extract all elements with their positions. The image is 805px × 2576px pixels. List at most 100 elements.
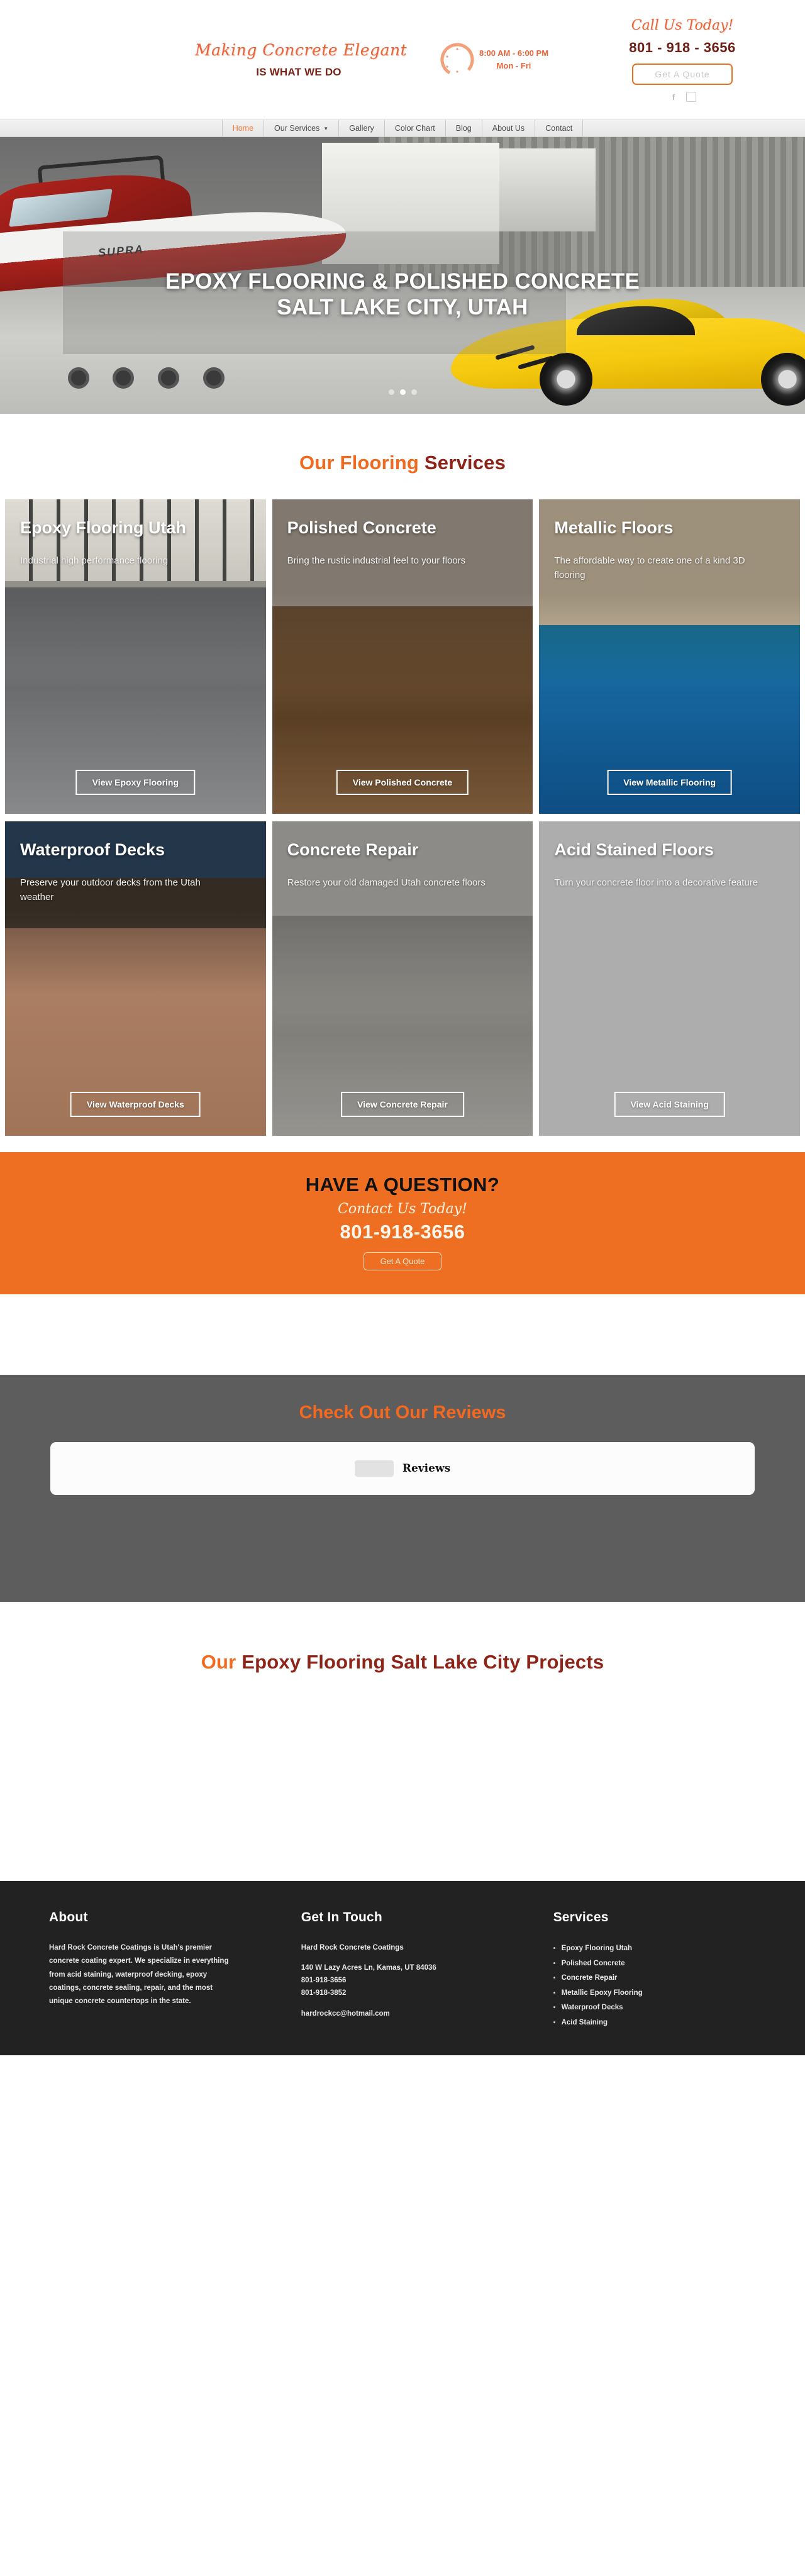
service-card-button[interactable]: View Epoxy Flooring — [75, 770, 196, 795]
projects-title-orange: Our — [201, 1651, 236, 1673]
service-card[interactable]: Polished Concrete Bring the rustic indust… — [272, 499, 533, 814]
service-card-button[interactable]: View Waterproof Decks — [70, 1092, 201, 1117]
call-block: Call Us Today! 801 - 918 - 3656 Get A Qu… — [604, 18, 761, 102]
nav-item-label: About Us — [492, 124, 525, 133]
footer-company-name: Hard Rock Concrete Coatings — [301, 1944, 404, 1951]
hero-slider: SUPRA EPOXY FLOORING & POLISHED CONCRETE… — [0, 137, 805, 414]
facebook-icon[interactable]: f — [669, 92, 679, 102]
footer-contact-column: Get In Touch Hard Rock Concrete Coatings… — [301, 1910, 535, 2030]
footer-about-column: About Hard Rock Concrete Coatings is Uta… — [49, 1910, 282, 2030]
instagram-icon[interactable] — [686, 92, 696, 102]
reviews-logo-placeholder-icon — [354, 1460, 394, 1477]
hero-slider-dots — [0, 389, 805, 395]
services-section: Our Flooring Services Epoxy Flooring Uta… — [0, 414, 805, 1136]
nav-item-about-us[interactable]: About Us — [482, 119, 536, 137]
service-card-button[interactable]: View Acid Staining — [614, 1092, 725, 1117]
footer-phone-1[interactable]: 801-918-3656 — [301, 1974, 535, 1987]
service-card-row-1: Epoxy Flooring Utah Industrial high perfo… — [5, 499, 801, 814]
service-card-description: Bring the rustic industrial feel to your… — [287, 555, 466, 567]
service-card-row-2: Waterproof Decks Preserve your outdoor de… — [5, 821, 801, 1136]
service-card[interactable]: Concrete Repair Restore your old damaged … — [272, 821, 533, 1136]
service-card-button[interactable]: View Metallic Flooring — [607, 770, 733, 795]
service-card-content: Metallic Floors The affordable way to cre… — [539, 499, 800, 814]
service-card[interactable]: Waterproof Decks Preserve your outdoor de… — [5, 821, 266, 1136]
hero-slider-dot[interactable] — [411, 389, 417, 395]
footer-service-item[interactable]: Polished Concrete — [553, 1957, 756, 1972]
footer-service-item[interactable]: Epoxy Flooring Utah — [553, 1941, 756, 1957]
business-hours-block: 8:00 AM - 6:00 PM Mon - Fri — [421, 42, 566, 78]
footer-services-list: Epoxy Flooring Utah Polished Concrete Conc… — [553, 1941, 756, 2030]
nav-item-color-chart[interactable]: Color Chart — [385, 119, 446, 137]
clock-icon — [439, 42, 475, 78]
service-card-content: Epoxy Flooring Utah Industrial high perfo… — [5, 499, 266, 814]
service-card[interactable]: Metallic Floors The affordable way to cre… — [539, 499, 801, 814]
chevron-down-icon: ▼ — [323, 125, 329, 131]
nav-item-our-services[interactable]: Our Services ▼ — [264, 119, 340, 137]
reviews-section-title: Check Out Our Reviews — [299, 1402, 506, 1423]
nav-item-home[interactable]: Home — [221, 119, 265, 137]
nav-item-contact[interactable]: Contact — [535, 119, 584, 137]
site-footer: About Hard Rock Concrete Coatings is Uta… — [0, 1881, 805, 2056]
footer-about-heading: About — [49, 1910, 88, 1924]
service-card-description: Turn your concrete floor into a decorati… — [554, 877, 758, 889]
service-card-button[interactable]: View Polished Concrete — [336, 770, 469, 795]
services-section-title: Our Flooring Services — [0, 452, 805, 474]
service-card-content: Polished Concrete Bring the rustic indust… — [272, 499, 533, 814]
hero-title-line-1: EPOXY FLOORING & POLISHED CONCRETE — [165, 269, 640, 294]
footer-services-column: Services Epoxy Flooring Utah Polished Con… — [553, 1910, 756, 2030]
footer-service-item[interactable]: Acid Staining — [553, 2016, 756, 2031]
service-card-content: Waterproof Decks Preserve your outdoor de… — [5, 821, 266, 1136]
tagline-block: Making Concrete Elegant IS WHAT WE DO — [195, 41, 408, 79]
nav-item-label: Blog — [455, 124, 472, 133]
nav-item-label: Color Chart — [394, 124, 435, 133]
nav-item-blog[interactable]: Blog — [446, 119, 482, 137]
cta-phone-number[interactable]: 801-918-3656 — [0, 1221, 805, 1243]
hours-line-2: Mon - Fri — [496, 61, 531, 70]
footer-service-item[interactable]: Waterproof Decks — [553, 2001, 756, 2016]
cta-heading: HAVE A QUESTION? — [305, 1174, 500, 1196]
nav-item-label: Gallery — [349, 124, 374, 133]
section-spacer — [0, 1294, 805, 1375]
projects-section: Our Epoxy Flooring Salt Lake City Projec… — [0, 1602, 805, 1881]
service-card-button[interactable]: View Concrete Repair — [341, 1092, 464, 1117]
service-card-title: Concrete Repair — [287, 840, 419, 859]
nav-item-label: Home — [232, 124, 254, 133]
nav-item-label: Contact — [545, 124, 573, 133]
footer-service-item[interactable]: Concrete Repair — [553, 1971, 756, 1986]
service-card[interactable]: Acid Stained Floors Turn your concrete fl… — [539, 821, 801, 1136]
service-card-description: Preserve your outdoor decks from the Uta… — [20, 877, 201, 902]
header-phone-number[interactable]: 801 - 918 - 3656 — [604, 40, 761, 56]
service-card[interactable]: Epoxy Flooring Utah Industrial high perfo… — [5, 499, 266, 814]
site-header: Making Concrete Elegant IS WHAT WE DO 8:… — [0, 0, 805, 119]
nav-item-gallery[interactable]: Gallery — [339, 119, 385, 137]
main-navigation: Home Our Services ▼ Gallery Color Chart Blog A… — [0, 119, 805, 137]
service-card-content: Acid Stained Floors Turn your concrete fl… — [539, 821, 800, 1136]
hero-slider-dot[interactable] — [399, 389, 406, 395]
footer-email[interactable]: hardrockcc@hotmail.com — [301, 2007, 535, 2020]
header-get-a-quote-button[interactable]: Get A Quote — [632, 64, 733, 85]
services-title-orange: Our Flooring — [299, 452, 419, 474]
footer-service-item[interactable]: Metallic Epoxy Flooring — [553, 1986, 756, 2001]
reviews-section: Check Out Our Reviews Reviews — [0, 1375, 805, 1602]
footer-contact-heading: Get In Touch — [301, 1910, 382, 1924]
hours-text: 8:00 AM - 6:00 PM Mon - Fri — [479, 47, 548, 72]
cta-get-a-quote-button[interactable]: Get A Quote — [363, 1252, 442, 1270]
projects-title-dark: Epoxy Flooring Salt Lake City Projects — [242, 1651, 604, 1673]
nav-list: Home Our Services ▼ Gallery Color Chart Blog A… — [221, 119, 584, 137]
hero-slider-dot[interactable] — [388, 389, 394, 395]
footer-phone-2[interactable]: 801-918-3852 — [301, 1987, 535, 1999]
tagline-script: Making Concrete Elegant — [195, 41, 408, 59]
footer-address: 140 W Lazy Acres Ln, Kamas, UT 84036 — [301, 1964, 436, 1972]
service-card-content: Concrete Repair Restore your old damaged … — [272, 821, 533, 1136]
social-links: f — [604, 92, 761, 102]
service-card-description: The affordable way to create one of a ki… — [554, 555, 745, 580]
service-card-title: Epoxy Flooring Utah — [20, 518, 187, 537]
service-card-title: Acid Stained Floors — [554, 840, 714, 859]
footer-about-text: Hard Rock Concrete Coatings is Utah's pr… — [49, 1944, 229, 2006]
hours-line-1: 8:00 AM - 6:00 PM — [479, 48, 549, 58]
call-us-today-text: Call Us Today! — [631, 18, 734, 33]
projects-section-title: Our Epoxy Flooring Salt Lake City Projec… — [0, 1651, 805, 1674]
service-card-description: Restore your old damaged Utah concrete f… — [287, 877, 486, 889]
services-title-dark: Services — [424, 452, 506, 474]
reviews-widget[interactable]: Reviews — [50, 1442, 755, 1495]
